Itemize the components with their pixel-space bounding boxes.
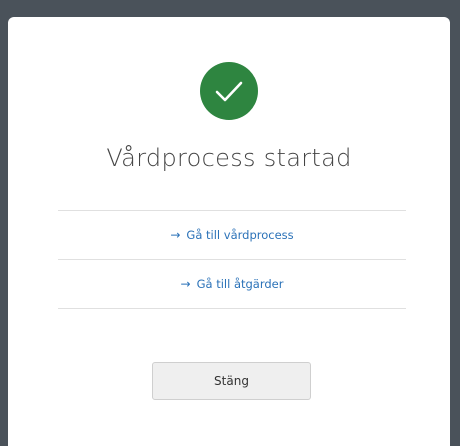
link-label: Gå till vårdprocess <box>186 228 294 242</box>
success-dialog: Vårdprocess startad → Gå till vårdproces… <box>8 17 450 446</box>
success-check-icon <box>200 62 258 120</box>
close-button[interactable]: Stäng <box>152 362 311 400</box>
dialog-title: Vårdprocess startad <box>106 144 352 172</box>
divider <box>58 308 406 309</box>
link-label: Gå till åtgärder <box>196 277 284 291</box>
arrow-right-icon: → <box>170 228 181 242</box>
check-icon <box>215 81 243 102</box>
arrow-right-icon: → <box>180 277 191 291</box>
go-to-actions-link[interactable]: → Gå till åtgärder <box>58 260 406 308</box>
go-to-care-process-link[interactable]: → Gå till vårdprocess <box>58 211 406 259</box>
